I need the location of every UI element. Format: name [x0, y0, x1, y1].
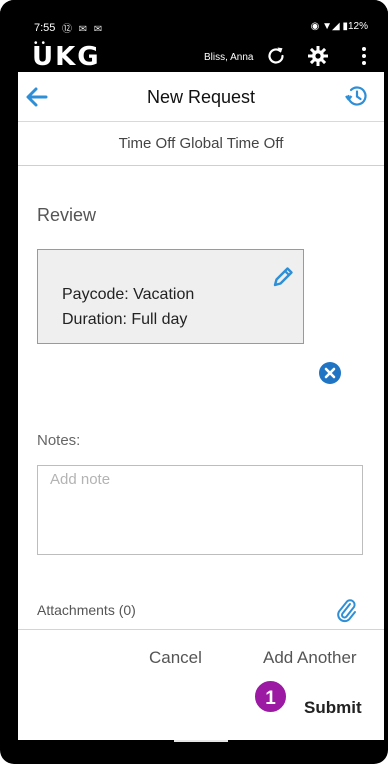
notes-field[interactable] — [37, 465, 363, 555]
ukg-logo: UKG — [32, 42, 101, 72]
notes-label: Notes: — [37, 432, 81, 449]
status-bar: 7:55 ⑫ ✉ ✉ ◉ ▼◢ ▮12% — [0, 0, 388, 38]
nav-bar: New Request — [18, 72, 384, 122]
paperclip-icon[interactable] — [334, 597, 358, 623]
more-vert-icon[interactable] — [352, 44, 376, 68]
system-status-icons: ◉ ▼◢ ▮12% — [310, 21, 368, 32]
step-badge: 1 — [253, 679, 288, 714]
action-footer: Cancel Add Another 1 Submit — [18, 629, 384, 740]
review-card: Paycode: Vacation Duration: Full day — [37, 249, 304, 344]
pencil-icon[interactable] — [270, 264, 296, 290]
attachments-label: Attachments (0) — [37, 602, 136, 618]
submit-button[interactable]: Submit — [304, 698, 362, 718]
review-heading: Review — [37, 205, 97, 225]
app-bar: •• UKG Bliss, Anna — [18, 38, 384, 72]
page-title: New Request — [146, 87, 256, 107]
request-screen: New Request Time Off Global Time Off Rev… — [18, 72, 384, 740]
duration-text: Duration: Full day — [62, 311, 188, 328]
gesture-nav-handle[interactable] — [174, 740, 228, 742]
phone-frame: 7:55 ⑫ ✉ ✉ ◉ ▼◢ ▮12% •• UKG Bliss, Anna — [0, 0, 388, 764]
gear-icon[interactable] — [306, 44, 330, 68]
notes-input[interactable] — [38, 466, 362, 554]
user-name: Bliss, Anna — [204, 52, 254, 63]
remove-icon[interactable] — [318, 361, 342, 385]
history-icon[interactable] — [342, 82, 370, 110]
paycode-text: Paycode: Vacation — [62, 286, 195, 303]
add-another-button[interactable]: Add Another — [263, 648, 357, 668]
refresh-icon[interactable] — [264, 44, 288, 68]
notification-icons: ⑫ ✉ ✉ — [62, 24, 105, 35]
request-type: Time Off Global Time Off — [18, 122, 384, 166]
status-time: 7:55 — [34, 22, 56, 34]
cancel-button[interactable]: Cancel — [149, 648, 202, 668]
